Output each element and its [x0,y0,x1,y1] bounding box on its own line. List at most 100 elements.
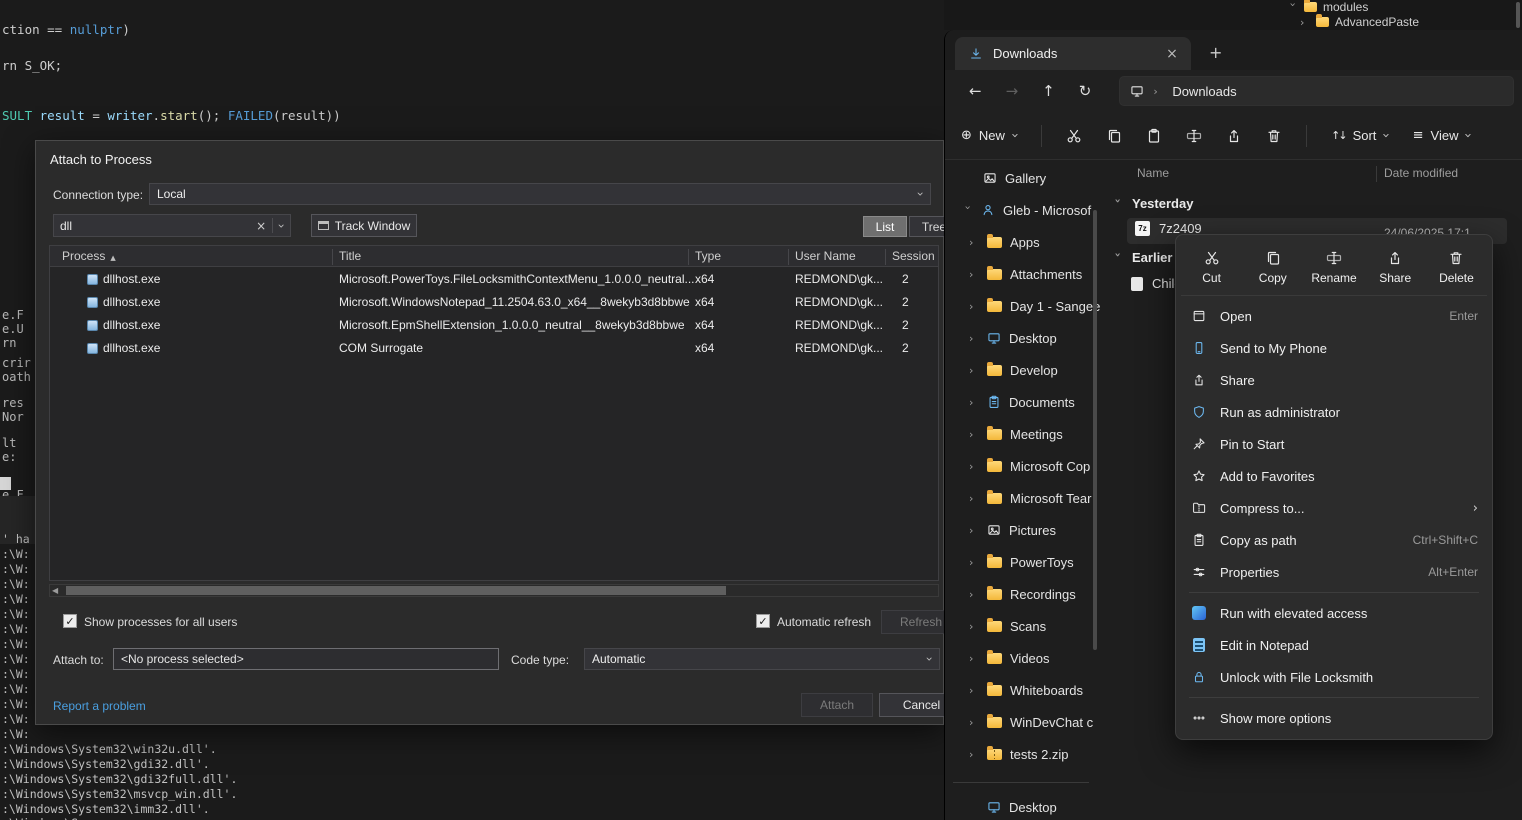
sidebar-item-microsoft-cop[interactable]: › Microsoft Cop [969,451,1090,481]
menu-item-copy-as-path[interactable]: Copy as path Ctrl+Shift+C [1181,524,1487,556]
menu-item-unlock-file-locksmith[interactable]: Unlock with File Locksmith [1181,661,1487,693]
new-button[interactable]: ⊕ New [961,128,1017,143]
column-header-title[interactable]: Title [339,249,361,263]
share-icon[interactable] [1226,128,1242,144]
paste-icon[interactable] [1146,128,1162,144]
report-problem-link[interactable]: Report a problem [53,699,146,713]
scroll-left-icon[interactable]: ◀ [52,586,58,595]
list-toggle-button[interactable]: List [863,216,907,237]
chevron-right-icon[interactable]: › [969,716,979,729]
sort-button[interactable]: ↑↓ Sort [1331,128,1388,143]
menu-item-run-as-administrator[interactable]: Run as administrator [1181,396,1487,428]
sidebar-item-desktop[interactable]: › Desktop [969,323,1057,353]
sidebar-item-recordings[interactable]: › Recordings [969,579,1076,609]
back-button[interactable]: ← [969,82,982,100]
sidebar-item-pictures[interactable]: › Pictures [969,515,1056,545]
attach-to-field[interactable]: <No process selected> [113,648,499,670]
close-icon[interactable]: × [1163,46,1181,62]
chevron-right-icon[interactable]: › [969,652,979,665]
cut-icon[interactable] [1066,128,1082,144]
forward-button[interactable]: → [1006,82,1019,100]
menu-item-show-more-options[interactable]: Show more options [1181,702,1487,734]
chevron-right-icon[interactable]: › [969,620,979,633]
sidebar-item-onedrive[interactable]: › Gleb - Microsof [963,195,1091,225]
menu-item-pin-to-start[interactable]: Pin to Start [1181,428,1487,460]
chevron-right-icon[interactable]: › [969,428,979,441]
table-row[interactable]: dllhost.exe Microsoft.EpmShellExtension_… [50,314,938,337]
sidebar-item-desktop-bottom[interactable]: Desktop [987,792,1057,820]
sidebar-item-day1[interactable]: › Day 1 - Sangee [969,291,1100,321]
table-row[interactable]: dllhost.exe COM Surrogate x64 REDMOND\gk… [50,337,938,360]
chevron-right-icon[interactable]: › [969,396,979,409]
chevron-right-icon[interactable]: › [969,236,979,249]
delete-button[interactable]: Delete [1426,240,1487,295]
sidebar-item-microsoft-tear[interactable]: › Microsoft Tear [969,483,1091,513]
sidebar-item-meetings[interactable]: › Meetings [969,419,1063,449]
copy-button[interactable]: Copy [1242,240,1303,295]
tree-item-modules[interactable]: › modules [1288,0,1368,14]
chevron-right-icon[interactable]: › [969,300,979,313]
chevron-down-icon[interactable]: › [1112,253,1125,263]
menu-item-run-with-elevated-access[interactable]: Run with elevated access [1181,597,1487,629]
column-header-date-modified[interactable]: Date modified [1384,166,1458,180]
cut-button[interactable]: Cut [1181,240,1242,295]
column-header-user[interactable]: User Name [795,249,856,263]
address-bar[interactable]: › Downloads [1119,76,1514,106]
process-filter-input[interactable]: dll × [53,214,291,237]
menu-item-send-to-phone[interactable]: Send to My Phone [1181,332,1487,364]
sidebar-item-gallery[interactable]: Gallery [983,163,1046,193]
tree-item-advancedpaste[interactable]: › AdvancedPaste [1300,15,1419,29]
delete-icon[interactable] [1266,128,1282,144]
menu-item-open[interactable]: Open Enter [1181,300,1487,332]
clear-filter-icon[interactable]: × [256,219,266,233]
auto-refresh-checkbox[interactable] [756,614,770,628]
sidebar-item-whiteboards[interactable]: › Whiteboards [969,675,1083,705]
chevron-down-icon[interactable]: › [962,205,975,215]
new-tab-button[interactable]: + [1209,43,1222,62]
column-header-process[interactable]: Process [62,249,116,263]
chevron-down-icon[interactable] [275,223,289,228]
view-button[interactable]: ≡ View [1413,128,1471,143]
rename-icon[interactable] [1186,128,1202,144]
chevron-right-icon[interactable]: › [969,588,979,601]
chevron-right-icon[interactable]: › [969,460,979,473]
column-header-name[interactable]: Name [1137,166,1169,180]
chevron-down-icon[interactable]: › [1112,199,1125,209]
rename-button[interactable]: Rename [1303,240,1364,295]
table-row[interactable]: dllhost.exe Microsoft.PowerToys.FileLock… [50,268,938,291]
column-header-session[interactable]: Session [892,249,935,263]
connection-type-dropdown[interactable]: Local [149,183,931,205]
horizontal-scrollbar[interactable]: ◀ [49,584,939,597]
show-all-users-checkbox[interactable] [63,614,77,628]
chevron-right-icon[interactable]: › [969,492,979,505]
sidebar-item-tests-zip[interactable]: › tests 2.zip [969,739,1069,769]
copy-icon[interactable] [1106,128,1122,144]
sidebar-item-windevchat[interactable]: › WinDevChat c [969,707,1093,737]
group-earlier[interactable]: › Earlier t [1113,250,1180,265]
chevron-right-icon[interactable]: › [969,268,979,281]
menu-item-share[interactable]: Share [1181,364,1487,396]
code-type-dropdown[interactable]: Automatic [584,648,940,670]
chevron-right-icon[interactable]: › [969,364,979,377]
refresh-button[interactable]: ↻ [1079,82,1092,100]
table-row[interactable]: dllhost.exe Microsoft.WindowsNotepad_11.… [50,291,938,314]
sidebar-item-documents[interactable]: › Documents [969,387,1075,417]
scrollbar[interactable] [1516,2,1520,28]
share-button[interactable]: Share [1365,240,1426,295]
chevron-right-icon[interactable]: › [969,524,979,537]
menu-item-add-to-favorites[interactable]: Add to Favorites [1181,460,1487,492]
sidebar-item-attachments[interactable]: › Attachments [969,259,1082,289]
menu-item-edit-in-notepad[interactable]: Edit in Notepad [1181,629,1487,661]
sidebar-item-apps[interactable]: › Apps [969,227,1040,257]
sidebar-item-scans[interactable]: › Scans [969,611,1046,641]
chevron-right-icon[interactable]: › [969,332,979,345]
sidebar-item-develop[interactable]: › Develop [969,355,1058,385]
menu-item-compress-to[interactable]: Compress to... › [1181,492,1487,524]
chevron-right-icon[interactable]: › [969,748,979,761]
sidebar-item-powertoys[interactable]: › PowerToys [969,547,1074,577]
scrollbar-thumb[interactable] [66,586,726,595]
menu-item-properties[interactable]: Properties Alt+Enter [1181,556,1487,588]
sidebar-scrollbar[interactable] [1093,210,1097,650]
attach-button[interactable]: Attach [801,693,873,717]
tab-downloads[interactable]: Downloads × [955,37,1191,70]
